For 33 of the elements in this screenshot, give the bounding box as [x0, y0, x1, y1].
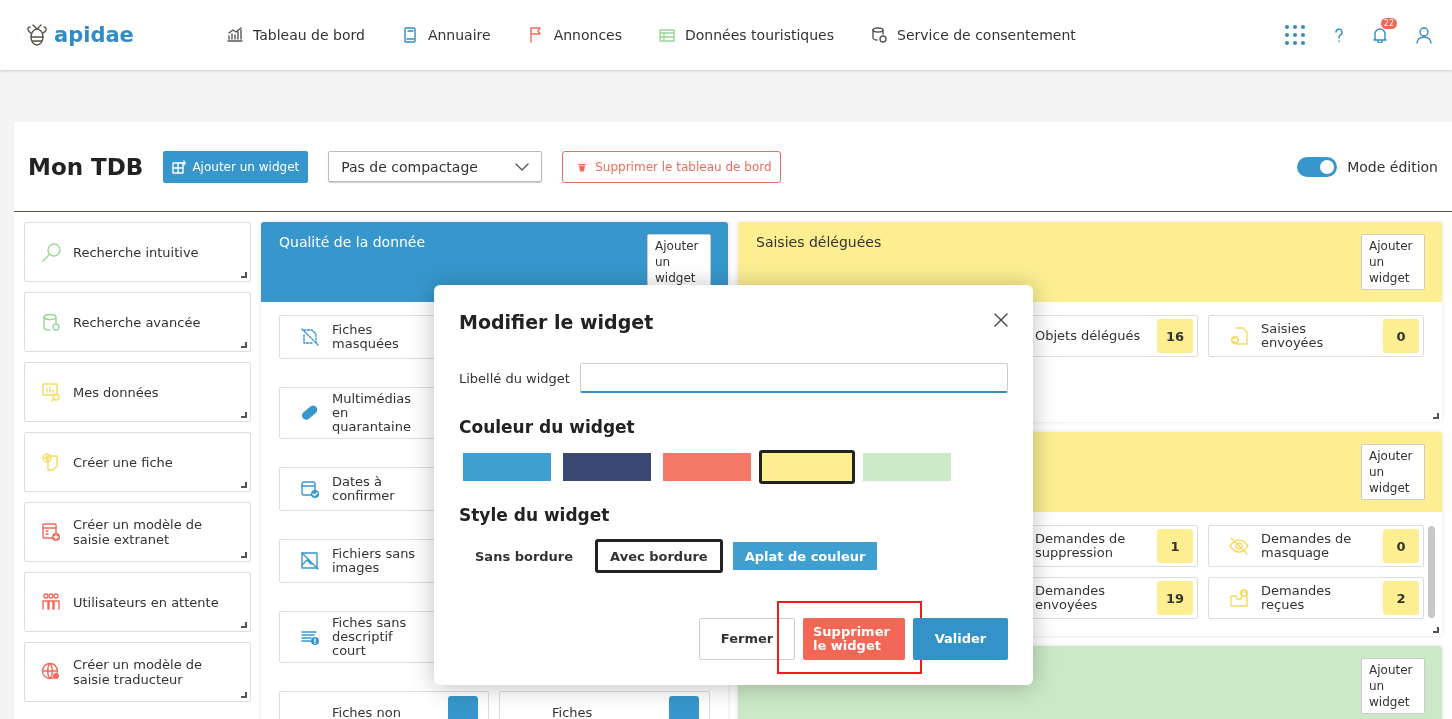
edit-mode-label: Mode édition	[1347, 158, 1438, 175]
stat-label: Dates à confirmer	[332, 475, 396, 503]
count-badge: 2	[1383, 581, 1419, 615]
logo-text: apidae	[54, 23, 134, 47]
shortcut-label: Créer un modèle de saisie extranet	[73, 517, 204, 547]
stat-label: Demandes de suppression	[1035, 532, 1127, 560]
widget-title: Saisies déléguées	[756, 234, 882, 250]
stat-label: Fiches non	[332, 706, 402, 719]
count-badge: 16	[1157, 319, 1193, 353]
stat-label: Fiches	[552, 706, 594, 719]
count-badge: 0	[1383, 529, 1419, 563]
shortcut-label: Recherche avancée	[73, 314, 201, 330]
stat-label: Demandes envoyées	[1035, 584, 1106, 612]
stat-label: Multimédias en quarantaine	[332, 392, 413, 434]
shortcut-label: Créer une fiche	[73, 454, 173, 470]
stat-label: Fiches sans descriptif court	[332, 616, 408, 658]
field-label: Libellé du widget	[459, 370, 570, 386]
shortcut-label: Recherche intuitive	[73, 244, 199, 260]
notification-badge: 22	[1380, 18, 1397, 29]
stat-label: Saisies envoyées	[1261, 322, 1325, 350]
stat-label: Demandes de masquage	[1261, 532, 1353, 560]
stat-label: Objets délégués	[1035, 329, 1142, 343]
shortcut-label: Créer un modèle de saisie traducteur	[73, 657, 204, 687]
count-badge: 19	[1157, 581, 1193, 615]
stat-label: Fiches masquées	[332, 323, 400, 351]
stat-label: Fichiers sans images	[332, 547, 416, 575]
shortcut-label: Mes données	[73, 384, 159, 400]
count-badge: 1	[1157, 529, 1193, 563]
count-badge: 0	[1383, 319, 1419, 353]
shortcut-label: Utilisateurs en attente	[73, 594, 219, 610]
page-title: Mon TDB	[28, 153, 144, 180]
widget-title: Qualité de la donnée	[279, 234, 426, 250]
stat-label: Demandes reçues	[1261, 584, 1332, 612]
